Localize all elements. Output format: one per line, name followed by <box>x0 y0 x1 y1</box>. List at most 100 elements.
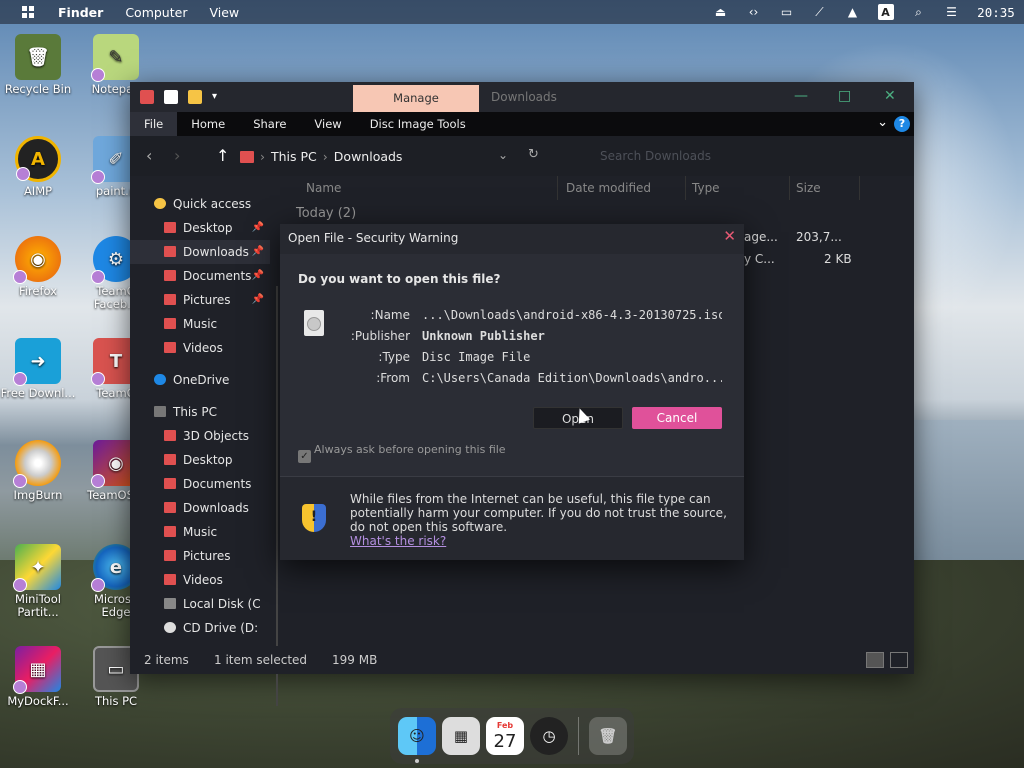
clock-icon[interactable]: ◷ <box>530 717 568 755</box>
shortcut-arrow-icon <box>91 270 105 284</box>
clock[interactable]: 20:35 <box>968 5 1024 20</box>
chevron-down-icon[interactable]: ▾ <box>212 90 222 104</box>
tab-share[interactable]: Share <box>239 112 300 136</box>
breadcrumb[interactable]: › This PC › Downloads <box>240 149 402 164</box>
running-indicator <box>415 759 419 763</box>
column-date-modified[interactable]: Date modified <box>560 176 686 200</box>
tab-file[interactable]: File <box>130 112 178 136</box>
search-icon[interactable]: ⌕ <box>902 0 935 24</box>
security-warning-dialog: Open File - Security Warning ✕ Do you wa… <box>280 224 744 560</box>
cancel-button[interactable]: Cancel <box>632 407 722 429</box>
back-icon[interactable]: ‹ <box>146 146 152 165</box>
ribbon-tabs: File Home Share View Disc Image Tools ⌄ … <box>130 112 914 136</box>
desktop-icon-firefox[interactable]: ◉ Firefox <box>0 236 76 298</box>
desktop-icon-minitool[interactable]: ✦ MiniTool Partit... <box>0 544 76 619</box>
close-icon[interactable]: ✕ <box>723 227 736 245</box>
menu-view[interactable]: View <box>209 5 239 20</box>
column-name[interactable]: Name <box>300 176 558 200</box>
folder-red-icon[interactable] <box>140 90 154 104</box>
nav-cd-drive[interactable]: CD Drive (D: <box>130 616 270 640</box>
nav-pc-downloads[interactable]: Downloads <box>130 496 270 520</box>
font-icon[interactable]: A <box>869 0 902 24</box>
shortcut-arrow-icon <box>13 680 27 694</box>
nav-onedrive[interactable]: OneDrive <box>130 368 270 392</box>
firefox-icon: ◉ <box>13 236 61 284</box>
column-type[interactable]: Type <box>686 176 790 200</box>
launchpad-icon[interactable]: ▦ <box>442 717 480 755</box>
nav-music[interactable]: Music <box>130 312 270 336</box>
notepad-icon: ✎ <box>91 34 139 82</box>
nav-local-disk[interactable]: Local Disk (C <box>130 592 270 616</box>
windows-logo-icon[interactable] <box>22 6 44 18</box>
always-ask-checkbox[interactable]: ✓ <box>298 450 311 463</box>
tab-view[interactable]: View <box>300 112 355 136</box>
nav-downloads[interactable]: Downloads 📌 <box>130 240 270 264</box>
details-view-icon[interactable] <box>866 652 884 668</box>
monitor-icon[interactable]: ▭ <box>770 0 803 24</box>
code-icon[interactable]: ‹› <box>737 0 770 24</box>
new-folder-icon[interactable] <box>188 90 202 104</box>
dialog-divider <box>280 476 744 477</box>
publisher-value: Unknown Publisher <box>422 329 545 343</box>
disc-image-file-icon <box>304 310 324 336</box>
nav-pc-videos[interactable]: Videos <box>130 568 270 592</box>
nav-videos[interactable]: Videos <box>130 336 270 360</box>
search-input[interactable]: Search Downloads <box>570 144 910 168</box>
menu-finder[interactable]: Finder <box>58 5 103 20</box>
nav-this-pc[interactable]: This PC <box>130 400 270 424</box>
dialog-title: Open File - Security Warning <box>288 231 459 245</box>
window-title: Downloads <box>491 90 557 104</box>
nav-documents[interactable]: Documents 📌 <box>130 264 270 288</box>
tab-disc-image-tools[interactable]: Disc Image Tools <box>356 112 480 136</box>
ribbon-expand-icon[interactable]: ⌄ <box>877 115 888 130</box>
pin-icon: 📌 <box>251 294 264 305</box>
history-dropdown-icon[interactable]: ⌄ <box>498 148 508 162</box>
nav-pc-pictures[interactable]: Pictures <box>130 544 270 568</box>
column-size[interactable]: Size <box>790 176 860 200</box>
nav-desktop[interactable]: Desktop 📌 <box>130 216 270 240</box>
minimize-icon[interactable]: — <box>794 88 808 104</box>
refresh-icon[interactable]: ↻ <box>528 147 539 162</box>
finder-icon[interactable]: ☺ <box>398 717 436 763</box>
nav-pc-documents[interactable]: Documents <box>130 472 270 496</box>
menu-computer[interactable]: Computer <box>125 5 187 20</box>
whats-the-risk-link[interactable]: What's the risk? <box>350 534 446 548</box>
help-icon[interactable]: ? <box>894 116 910 132</box>
upload-icon[interactable]: ▲ <box>836 0 869 24</box>
explorer-titlebar[interactable]: ▾ Manage Downloads — □ ✕ <box>130 82 914 112</box>
close-icon[interactable]: ✕ <box>884 88 896 104</box>
calendar-icon[interactable]: Feb 27 <box>486 717 524 755</box>
nav-pictures[interactable]: Pictures 📌 <box>130 288 270 312</box>
forward-icon[interactable]: › <box>174 146 180 165</box>
up-icon[interactable]: ↑ <box>216 146 229 165</box>
desktop-icon-mydock[interactable]: ▦ MyDockF... <box>0 646 76 708</box>
maximize-icon[interactable]: □ <box>838 88 851 104</box>
nav-scrollbar[interactable] <box>276 286 278 706</box>
nav-quick-access[interactable]: Quick access <box>130 192 270 216</box>
navigation-pane: Quick access Desktop 📌 Downloads 📌 Documen… <box>130 176 278 706</box>
group-header[interactable]: Today (2) <box>296 206 356 221</box>
tab-home[interactable]: Home <box>177 112 239 136</box>
large-icons-view-icon[interactable] <box>890 652 908 668</box>
nav-pc-desktop[interactable]: Desktop <box>130 448 270 472</box>
shortcut-arrow-icon <box>91 372 105 386</box>
desktop-icon-aimp[interactable]: A AIMP <box>0 136 76 198</box>
breadcrumb-downloads[interactable]: Downloads <box>334 149 403 164</box>
name-label: Name: <box>370 308 410 322</box>
trash-icon[interactable]: 🗑 <box>589 717 627 755</box>
desktop-icon-free-download[interactable]: ➜ Free Downl... <box>0 338 76 400</box>
eject-icon[interactable]: ⏏ <box>704 0 737 24</box>
folder-icon <box>164 526 176 537</box>
nav-pc-music[interactable]: Music <box>130 520 270 544</box>
properties-icon[interactable] <box>164 90 178 104</box>
desktop-icon-imgburn[interactable]: ImgBurn <box>0 440 76 502</box>
tab-manage[interactable]: Manage <box>353 85 479 112</box>
desktop-icon-recycle-bin[interactable]: 🗑 Recycle Bin <box>0 34 76 96</box>
aimp-icon: A <box>15 136 61 182</box>
shortcut-arrow-icon <box>91 170 105 184</box>
network-icon[interactable]: ⟋ <box>803 0 836 24</box>
breadcrumb-this-pc[interactable]: This PC <box>271 149 317 164</box>
cloud-icon <box>154 374 166 385</box>
settings-icon[interactable]: ☰ <box>935 0 968 24</box>
nav-3d-objects[interactable]: 3D Objects <box>130 424 270 448</box>
